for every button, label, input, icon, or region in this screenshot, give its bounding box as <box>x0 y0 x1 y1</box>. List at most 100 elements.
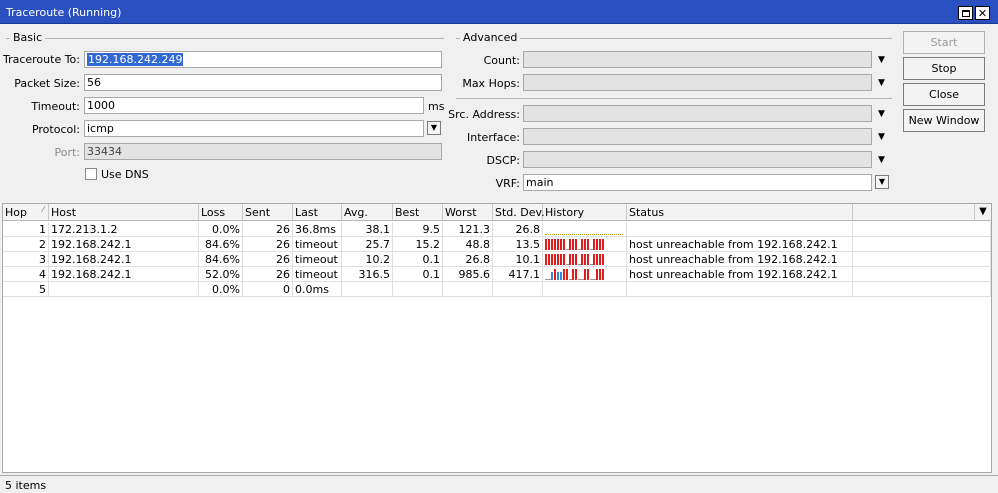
cell-host: 192.168.242.1 <box>49 252 199 267</box>
cell-worst: 26.8 <box>443 252 493 267</box>
column-header-extra[interactable] <box>853 204 975 221</box>
cell-last: 36.8ms <box>293 222 342 237</box>
restore-button[interactable] <box>958 6 973 20</box>
dscp-label: DSCP: <box>486 154 520 167</box>
table-row[interactable]: 3 192.168.242.1 84.6% 26 timeout 10.2 0.1 26.8 1… <box>3 252 991 267</box>
history-bar <box>584 254 586 265</box>
interface-expand-icon[interactable]: ▼ <box>878 132 885 142</box>
cell-host: 192.168.242.1 <box>49 267 199 282</box>
history-bar <box>560 272 562 280</box>
basic-group: Basic <box>6 31 444 44</box>
history-bar <box>554 239 556 250</box>
src-address-input[interactable] <box>523 105 872 122</box>
cell-status: host unreachable from 192.168.242.1 <box>627 237 853 252</box>
timeout-label: Timeout: <box>31 100 80 113</box>
traceroute-to-input[interactable]: 192.168.242.249 <box>84 51 442 68</box>
dscp-input[interactable] <box>523 151 872 168</box>
history-bar <box>593 279 595 280</box>
window-titlebar[interactable]: Traceroute (Running) ✕ <box>0 0 998 24</box>
port-label: Port: <box>54 146 80 159</box>
start-button[interactable]: Start <box>903 31 985 54</box>
history-bar <box>572 239 574 250</box>
history-bar <box>593 239 595 250</box>
protocol-label: Protocol: <box>31 123 80 136</box>
restore-icon <box>961 9 970 17</box>
history-bar <box>596 239 598 250</box>
use-dns-checkbox[interactable] <box>85 168 97 180</box>
column-header-history[interactable]: History <box>543 204 627 221</box>
column-header-hop[interactable]: Hop ⁄ <box>3 204 49 221</box>
history-bar <box>587 269 589 280</box>
new-window-button[interactable]: New Window <box>903 109 985 132</box>
close-window-button[interactable]: ✕ <box>975 6 990 20</box>
cell-host: 192.168.242.1 <box>49 237 199 252</box>
history-bar <box>569 279 571 280</box>
timeout-input[interactable]: 1000 <box>84 97 424 114</box>
column-header-host[interactable]: Host <box>49 204 199 221</box>
history-bar <box>599 269 601 280</box>
max-hops-expand-icon[interactable]: ▼ <box>878 78 885 88</box>
history-bar <box>587 239 589 250</box>
history-bar <box>545 254 547 265</box>
cell-status <box>627 282 853 297</box>
cell-best: 0.1 <box>393 252 443 267</box>
cell-worst: 48.8 <box>443 237 493 252</box>
column-header-std-dev[interactable]: Std. Dev. <box>493 204 545 221</box>
cell-history <box>543 267 627 282</box>
cell-std: 13.5 <box>493 237 543 252</box>
history-bar <box>557 239 559 250</box>
history-bar <box>548 254 550 265</box>
column-header-last[interactable]: Last <box>293 204 342 221</box>
vrf-select[interactable]: main <box>523 174 872 191</box>
history-bar <box>602 269 604 280</box>
history-bar <box>572 254 574 265</box>
stop-button[interactable]: Stop <box>903 57 985 80</box>
column-header-best[interactable]: Best <box>393 204 443 221</box>
column-header-status[interactable]: Status <box>627 204 853 221</box>
table-row[interactable]: 1 172.213.1.2 0.0% 26 36.8ms 38.1 9.5 121.3 26.8 <box>3 222 991 237</box>
history-bar <box>578 249 580 250</box>
src-address-expand-icon[interactable]: ▼ <box>878 109 885 119</box>
history-bar <box>596 269 598 280</box>
count-expand-icon[interactable]: ▼ <box>878 55 885 65</box>
cell-worst: 985.6 <box>443 267 493 282</box>
cell-history <box>543 237 627 252</box>
column-header-worst[interactable]: Worst <box>443 204 493 221</box>
history-bar <box>581 279 583 280</box>
column-header-avg[interactable]: Avg. <box>342 204 393 221</box>
close-icon: ✕ <box>977 6 988 20</box>
cell-avg: 316.5 <box>342 267 393 282</box>
close-button[interactable]: Close <box>903 83 985 106</box>
dscp-expand-icon[interactable]: ▼ <box>878 155 885 165</box>
cell-std <box>493 282 543 297</box>
protocol-select[interactable]: icmp <box>84 120 424 137</box>
column-header-loss[interactable]: Loss <box>199 204 243 221</box>
cell-best <box>393 282 443 297</box>
cell-history <box>543 252 627 267</box>
max-hops-label: Max Hops: <box>462 77 520 90</box>
cell-loss: 84.6% <box>199 252 243 267</box>
history-bar <box>563 239 565 250</box>
cell-loss: 0.0% <box>199 282 243 297</box>
history-bar <box>554 254 556 265</box>
history-bar <box>545 279 547 280</box>
history-bar <box>569 254 571 265</box>
cell-loss: 84.6% <box>199 237 243 252</box>
results-table[interactable]: Hop ⁄ Host Loss Sent Last Avg. Best Worst… <box>2 203 992 473</box>
cell-best: 0.1 <box>393 267 443 282</box>
interface-input[interactable] <box>523 128 872 145</box>
table-row[interactable]: 4 192.168.242.1 52.0% 26 timeout 316.5 0.1 985.… <box>3 267 991 282</box>
max-hops-input[interactable] <box>523 74 872 91</box>
history-bar <box>581 239 583 250</box>
packet-size-input[interactable]: 56 <box>84 74 442 91</box>
table-row[interactable]: 5 0.0% 0 0.0ms <box>3 282 991 297</box>
cell-avg: 10.2 <box>342 252 393 267</box>
table-row[interactable]: 2 192.168.242.1 84.6% 26 timeout 25.7 15.2 48.8… <box>3 237 991 252</box>
vrf-dropdown-button[interactable]: ▼ <box>875 175 889 189</box>
column-header-sent[interactable]: Sent <box>243 204 293 221</box>
count-input[interactable] <box>523 51 872 68</box>
column-menu-button[interactable]: ▼ <box>975 204 991 221</box>
history-bar <box>581 254 583 265</box>
port-input[interactable]: 33434 <box>84 143 442 160</box>
history-bar <box>575 269 577 280</box>
